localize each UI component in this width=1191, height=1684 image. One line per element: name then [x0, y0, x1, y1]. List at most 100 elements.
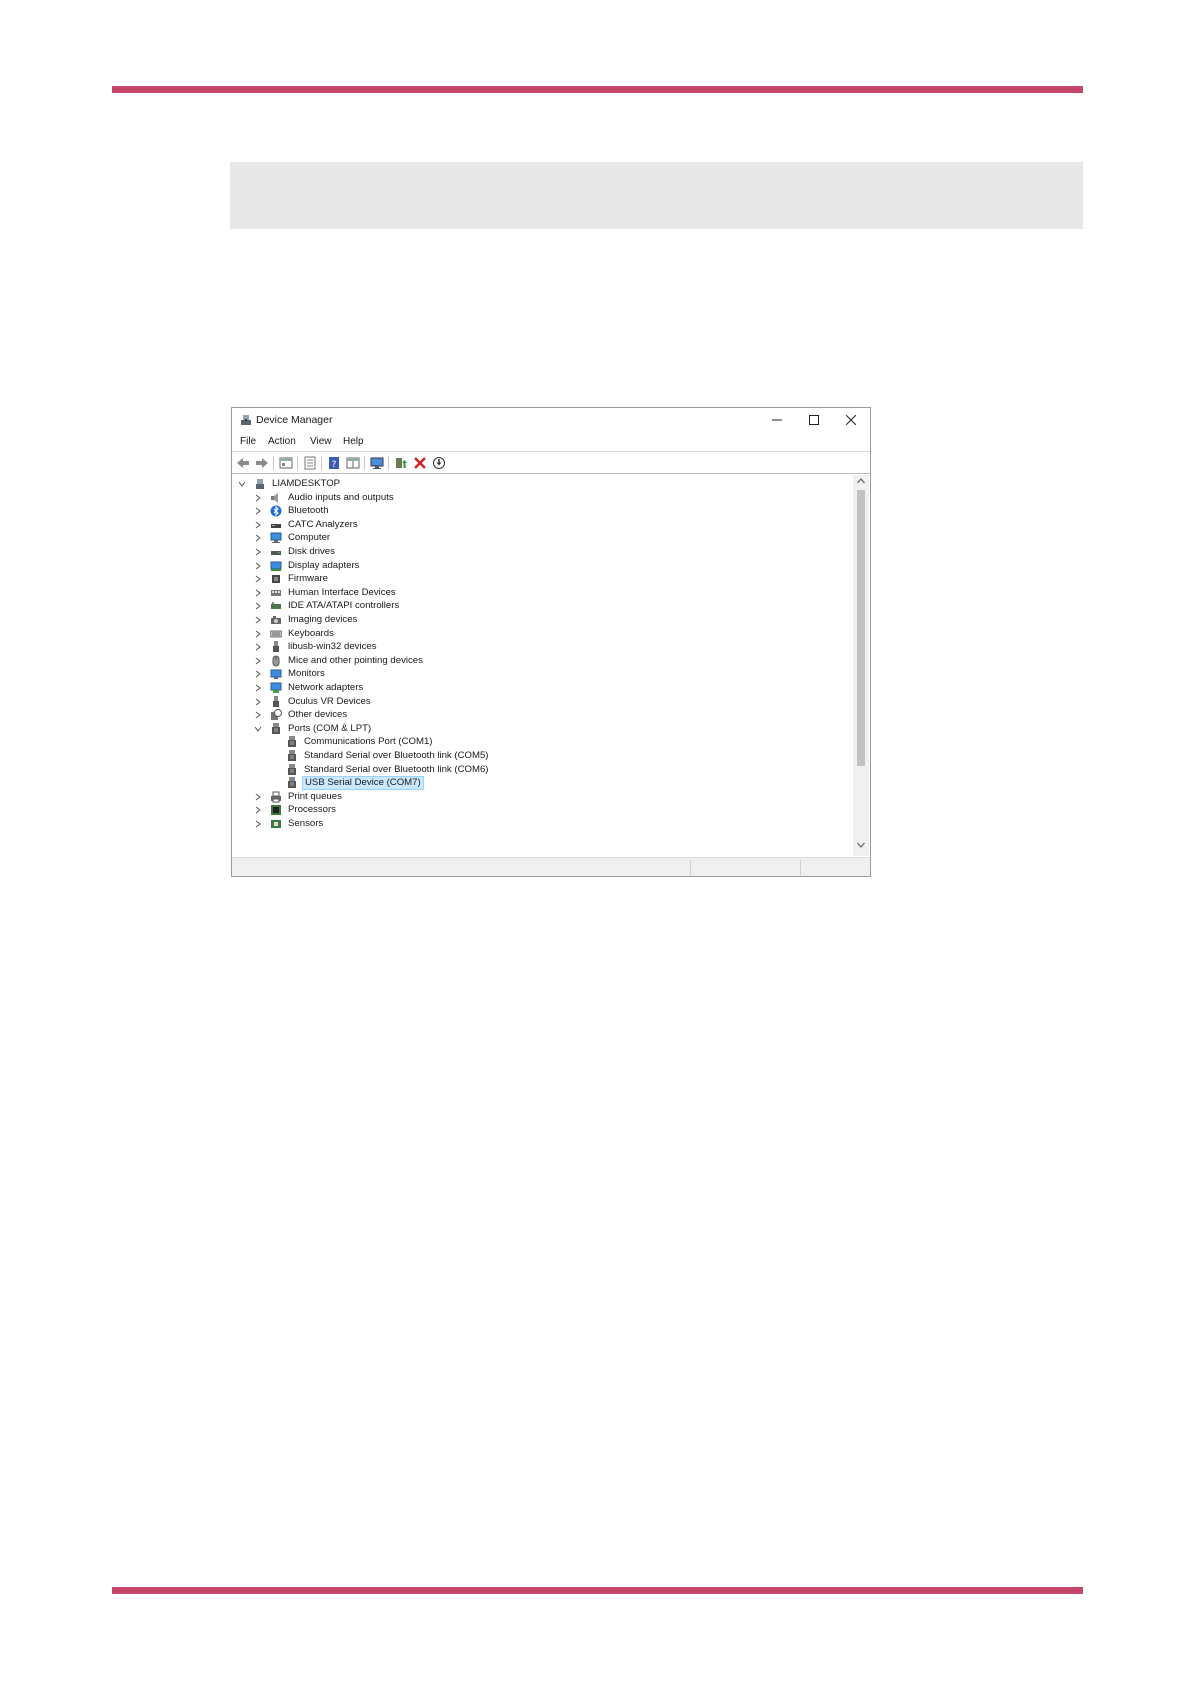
network-icon [270, 682, 282, 693]
tree-item-label: Bluetooth [288, 505, 329, 517]
close-button[interactable] [833, 408, 869, 432]
pc-icon [256, 479, 264, 489]
mouse-icon [272, 655, 280, 667]
port-icon [288, 763, 296, 775]
tree-item-label: Network adapters [288, 682, 364, 693]
chevron-right-icon[interactable] [254, 521, 262, 529]
usb-icon [273, 695, 279, 707]
chevron-right-icon[interactable] [254, 562, 262, 570]
title-bar: Device Manager [232, 408, 870, 432]
scroll-up-icon[interactable] [857, 478, 865, 484]
tree-item-label: Computer [288, 532, 331, 544]
bottom-rule [112, 1587, 1083, 1594]
panel-icon [346, 457, 360, 469]
code-block [230, 162, 1083, 229]
minimize-icon [772, 419, 782, 421]
menu-bar: File Action View Help [232, 432, 870, 452]
tree-item-label: Keyboards [288, 627, 334, 639]
toolbar: ? [232, 452, 870, 474]
tree-item-label: Sensors [288, 818, 324, 829]
chevron-right-icon[interactable] [254, 616, 262, 624]
chevron-down-icon[interactable] [254, 725, 262, 733]
update-driver-button[interactable] [393, 455, 409, 471]
chevron-down-icon[interactable] [238, 480, 246, 488]
camera-icon [271, 616, 281, 624]
menu-action[interactable]: Action [268, 436, 296, 447]
tree-item-label: Print queues [288, 790, 342, 802]
device-manager-window: Device Manager File Action View Help ? L… [231, 407, 871, 877]
chevron-right-icon[interactable] [254, 793, 262, 801]
uninstall-button[interactable] [412, 455, 428, 471]
tree-item-label: LIAMDESKTOP [272, 478, 341, 489]
minimize-button[interactable] [759, 408, 795, 432]
properties-button[interactable] [278, 455, 294, 471]
chevron-right-icon[interactable] [254, 670, 262, 678]
chevron-right-icon[interactable] [254, 589, 262, 597]
download-button[interactable] [431, 455, 447, 471]
sensor-icon [271, 820, 281, 828]
keyboard-icon [270, 630, 282, 638]
toolbar-separator [388, 456, 389, 470]
scrollbar-thumb[interactable] [857, 490, 865, 766]
chevron-right-icon[interactable] [254, 575, 262, 583]
menu-view[interactable]: View [310, 436, 332, 447]
chevron-right-icon[interactable] [254, 657, 262, 665]
chevron-right-icon[interactable] [254, 711, 262, 719]
chevron-right-icon[interactable] [254, 494, 262, 502]
tree-item-label: Standard Serial over Bluetooth link (COM… [304, 763, 489, 775]
forward-button[interactable] [254, 455, 270, 471]
tree-item-label: Display adapters [288, 559, 360, 571]
tree-item-label: IDE ATA/ATAPI controllers [288, 600, 400, 612]
tree-item-label: CATC Analyzers [288, 518, 358, 530]
panel-button[interactable] [345, 455, 361, 471]
help-button[interactable]: ? [326, 455, 342, 471]
status-pane [690, 860, 800, 875]
status-pane [800, 860, 870, 875]
download-icon [433, 457, 445, 469]
chevron-right-icon[interactable] [254, 806, 262, 814]
toolbar-separator [321, 456, 322, 470]
vertical-scrollbar[interactable] [853, 475, 869, 856]
tree-item-label: Mice and other pointing devices [288, 654, 423, 666]
menu-help[interactable]: Help [343, 436, 364, 447]
maximize-icon [809, 415, 819, 425]
chevron-right-icon[interactable] [254, 548, 262, 556]
tree-item-label: Audio inputs and outputs [288, 491, 394, 503]
chevron-right-icon[interactable] [254, 684, 262, 692]
chevron-right-icon[interactable] [254, 507, 262, 515]
menu-file[interactable]: File [240, 436, 256, 447]
chevron-right-icon[interactable] [254, 643, 262, 651]
chevron-right-icon[interactable] [254, 534, 262, 542]
tree-item-label: Human Interface Devices [288, 586, 396, 598]
chevron-right-icon[interactable] [254, 602, 262, 610]
bluetooth-icon [270, 505, 282, 517]
scroll-down-icon[interactable] [857, 842, 865, 848]
back-button[interactable] [235, 455, 251, 471]
usb-icon [273, 641, 279, 653]
forward-icon [256, 458, 268, 468]
tree-item-label: Disk drives [288, 546, 335, 557]
chevron-right-icon[interactable] [254, 630, 262, 638]
tree-item-label: Communications Port (COM1) [304, 736, 433, 748]
toolbar-separator [273, 456, 274, 470]
port-icon [288, 736, 296, 748]
hid-icon [271, 589, 281, 596]
top-rule [112, 86, 1083, 93]
svg-text:?: ? [332, 460, 337, 470]
scan-hardware-button[interactable] [369, 455, 385, 471]
ide-icon [271, 602, 281, 610]
maximize-button[interactable] [796, 408, 832, 432]
analyzer-icon [271, 523, 281, 528]
tree-item-label: Other devices [288, 709, 348, 721]
tree-item-label: Oculus VR Devices [288, 695, 371, 707]
chevron-right-icon[interactable] [254, 820, 262, 828]
window-title: Device Manager [256, 414, 333, 426]
chevron-right-icon[interactable] [254, 698, 262, 706]
properties-icon [279, 457, 293, 469]
device-tree: LIAMDESKTOP Audio inputs and outputs Bluet… [232, 475, 852, 856]
details-button[interactable] [302, 455, 318, 471]
tree-item-label: USB Serial Device (COM7) [302, 776, 424, 791]
device-manager-icon [240, 414, 252, 426]
tree-item-label: Standard Serial over Bluetooth link (COM… [304, 750, 489, 761]
details-icon [304, 456, 316, 470]
